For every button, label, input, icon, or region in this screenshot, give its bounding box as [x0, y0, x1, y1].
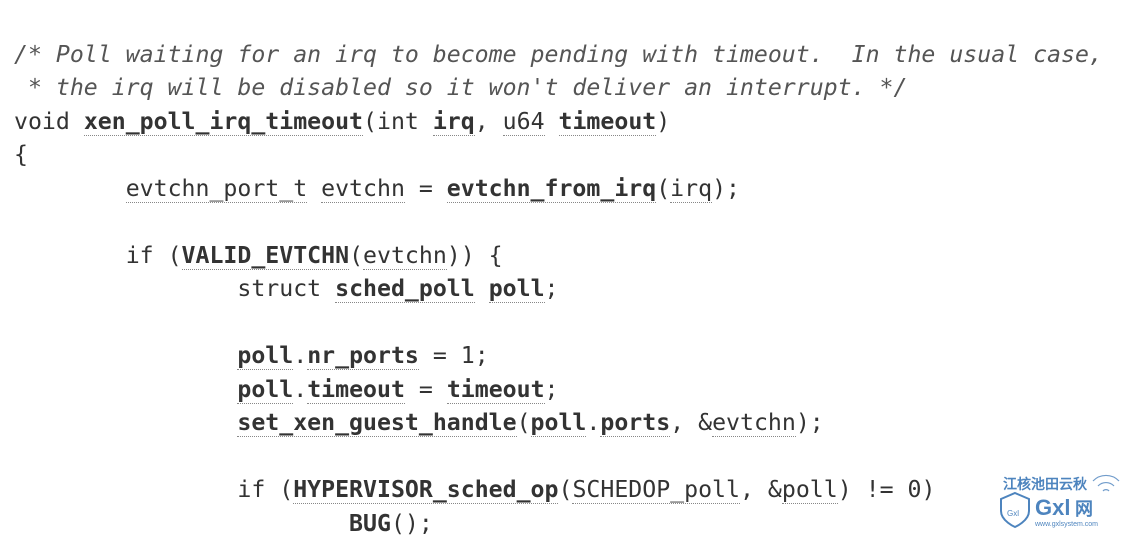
call-hypervisor-sched-op: HYPERVISOR_sched_op [293, 476, 558, 504]
poll-obj-1: poll [237, 342, 293, 370]
poll-obj-3: poll [531, 409, 587, 437]
arg-poll-2: poll [782, 476, 838, 504]
var-poll: poll [489, 275, 545, 303]
comment-line-2: * the irq will be disabled so it won't d… [14, 74, 907, 101]
type-evtchn-port: evtchn_port_t [126, 175, 307, 203]
type-sched-poll: sched_poll [335, 275, 475, 303]
comment-line-1: /* Poll waiting for an irq to become pen… [14, 41, 1103, 68]
param-timeout: timeout [559, 108, 657, 136]
fn-name: xen_poll_irq_timeout [84, 108, 363, 136]
const-schedop-poll: SCHEDOP_poll [572, 476, 740, 504]
num-zero: 0 [908, 476, 922, 503]
arg-evtchn-1: evtchn [363, 242, 447, 270]
kw-struct: struct [237, 275, 321, 302]
kw-void: void [14, 108, 70, 135]
macro-valid-evtchn: VALID_EVTCHN [182, 242, 350, 270]
field-timeout: timeout [307, 376, 405, 404]
arg-evtchn-2: evtchn [712, 409, 796, 437]
kw-if-1: if [126, 242, 154, 269]
code-block: /* Poll waiting for an irq to become pen… [0, 0, 1131, 537]
arg-irq: irq [670, 175, 712, 203]
param-irq: irq [433, 108, 475, 136]
field-ports: ports [600, 409, 670, 437]
kw-int: int [377, 108, 419, 135]
kw-if-2: if [237, 476, 265, 503]
arg-timeout-2: timeout [447, 376, 545, 404]
var-evtchn: evtchn [321, 175, 405, 203]
call-bug: BUG [349, 510, 391, 537]
type-u64: u64 [503, 108, 545, 136]
poll-obj-2: poll [237, 376, 293, 404]
call-set-xen-guest-handle: set_xen_guest_handle [237, 409, 516, 437]
call-evtchn-from-irq: evtchn_from_irq [447, 175, 656, 203]
field-nr-ports: nr_ports [307, 342, 419, 370]
num-one: 1 [461, 342, 475, 369]
